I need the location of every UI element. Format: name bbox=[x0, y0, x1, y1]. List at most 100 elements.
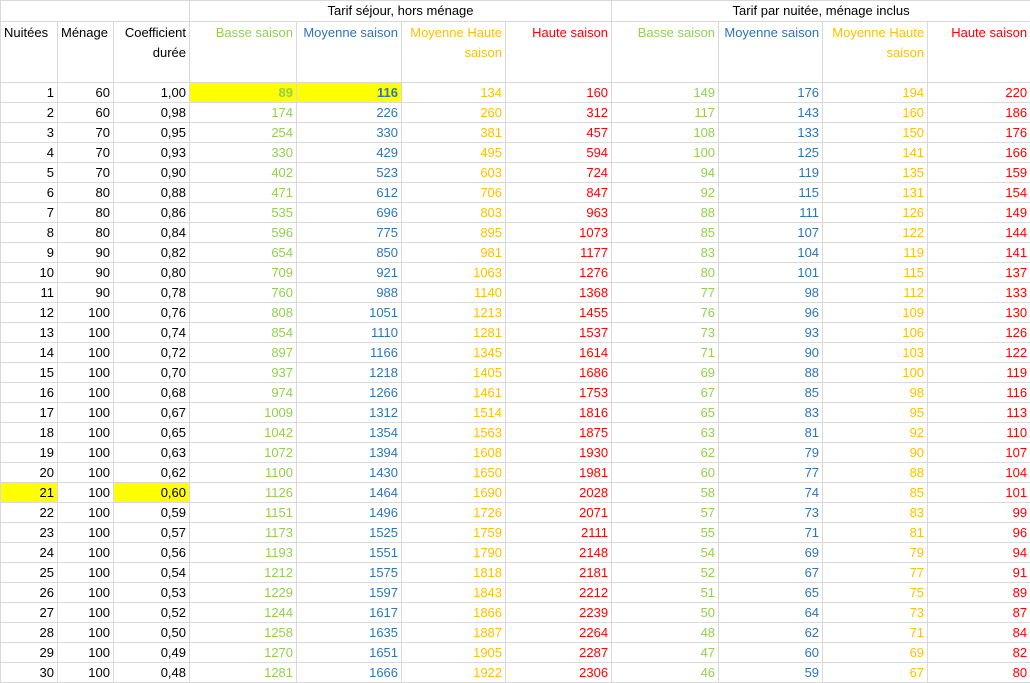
cell-nuitee-moyenne-haute[interactable]: 95 bbox=[823, 403, 928, 423]
cell-sejour-haute[interactable]: 312 bbox=[506, 103, 612, 123]
cell-coefficient[interactable]: 0,76 bbox=[114, 303, 190, 323]
cell-coefficient[interactable]: 0,80 bbox=[114, 263, 190, 283]
cell-nuitee-basse[interactable]: 48 bbox=[612, 623, 719, 643]
cell-coefficient[interactable]: 0,72 bbox=[114, 343, 190, 363]
header-nuitees[interactable]: Nuitées bbox=[1, 22, 58, 83]
cell-nuitee-moyenne-haute[interactable]: 112 bbox=[823, 283, 928, 303]
cell-nuitee-haute[interactable]: 94 bbox=[928, 543, 1030, 563]
cell-nuitee-basse[interactable]: 63 bbox=[612, 423, 719, 443]
cell-nuitees[interactable]: 28 bbox=[1, 623, 58, 643]
cell-sejour-basse[interactable]: 1244 bbox=[190, 603, 297, 623]
cell-sejour-haute[interactable]: 160 bbox=[506, 83, 612, 103]
cell-sejour-basse[interactable]: 1009 bbox=[190, 403, 297, 423]
cell-sejour-haute[interactable]: 1753 bbox=[506, 383, 612, 403]
cell-nuitee-moyenne[interactable]: 107 bbox=[719, 223, 823, 243]
cell-sejour-basse[interactable]: 1258 bbox=[190, 623, 297, 643]
cell-nuitee-moyenne[interactable]: 119 bbox=[719, 163, 823, 183]
cell-nuitee-moyenne[interactable]: 143 bbox=[719, 103, 823, 123]
cell-nuitee-moyenne[interactable]: 83 bbox=[719, 403, 823, 423]
cell-sejour-haute[interactable]: 1368 bbox=[506, 283, 612, 303]
cell-nuitee-moyenne[interactable]: 88 bbox=[719, 363, 823, 383]
cell-coefficient[interactable]: 0,62 bbox=[114, 463, 190, 483]
cell-coefficient[interactable]: 0,90 bbox=[114, 163, 190, 183]
cell-sejour-moyenne-haute[interactable]: 1759 bbox=[402, 523, 506, 543]
cell-coefficient[interactable]: 0,82 bbox=[114, 243, 190, 263]
cell-sejour-basse[interactable]: 654 bbox=[190, 243, 297, 263]
cell-nuitee-moyenne[interactable]: 69 bbox=[719, 543, 823, 563]
cell-nuitee-moyenne[interactable]: 81 bbox=[719, 423, 823, 443]
cell-nuitee-haute[interactable]: 122 bbox=[928, 343, 1030, 363]
cell-nuitees[interactable]: 8 bbox=[1, 223, 58, 243]
cell-sejour-haute[interactable]: 724 bbox=[506, 163, 612, 183]
header-menage[interactable]: Ménage bbox=[58, 22, 114, 83]
cell-sejour-moyenne-haute[interactable]: 1514 bbox=[402, 403, 506, 423]
cell-nuitees[interactable]: 19 bbox=[1, 443, 58, 463]
cell-sejour-haute[interactable]: 2028 bbox=[506, 483, 612, 503]
cell-nuitees[interactable]: 20 bbox=[1, 463, 58, 483]
cell-nuitee-basse[interactable]: 51 bbox=[612, 583, 719, 603]
cell-nuitee-basse[interactable]: 60 bbox=[612, 463, 719, 483]
cell-nuitee-haute[interactable]: 107 bbox=[928, 443, 1030, 463]
cell-nuitees[interactable]: 7 bbox=[1, 203, 58, 223]
cell-nuitee-basse[interactable]: 88 bbox=[612, 203, 719, 223]
cell-sejour-moyenne-haute[interactable]: 1063 bbox=[402, 263, 506, 283]
cell-nuitee-haute[interactable]: 130 bbox=[928, 303, 1030, 323]
cell-sejour-basse[interactable]: 89 bbox=[190, 83, 297, 103]
cell-sejour-moyenne[interactable]: 1617 bbox=[297, 603, 402, 623]
cell-sejour-basse[interactable]: 1126 bbox=[190, 483, 297, 503]
cell-sejour-haute[interactable]: 1614 bbox=[506, 343, 612, 363]
cell-sejour-basse[interactable]: 174 bbox=[190, 103, 297, 123]
cell-nuitee-moyenne-haute[interactable]: 88 bbox=[823, 463, 928, 483]
cell-nuitee-basse[interactable]: 52 bbox=[612, 563, 719, 583]
cell-sejour-moyenne-haute[interactable]: 1866 bbox=[402, 603, 506, 623]
cell-sejour-moyenne-haute[interactable]: 260 bbox=[402, 103, 506, 123]
cell-sejour-haute[interactable]: 1455 bbox=[506, 303, 612, 323]
cell-nuitee-moyenne-haute[interactable]: 85 bbox=[823, 483, 928, 503]
cell-nuitee-haute[interactable]: 126 bbox=[928, 323, 1030, 343]
cell-sejour-moyenne-haute[interactable]: 381 bbox=[402, 123, 506, 143]
cell-sejour-moyenne[interactable]: 921 bbox=[297, 263, 402, 283]
cell-sejour-haute[interactable]: 2287 bbox=[506, 643, 612, 663]
cell-sejour-basse[interactable]: 1229 bbox=[190, 583, 297, 603]
cell-nuitee-moyenne-haute[interactable]: 77 bbox=[823, 563, 928, 583]
cell-nuitee-haute[interactable]: 186 bbox=[928, 103, 1030, 123]
header-nuitee-haute[interactable]: Haute saison bbox=[928, 22, 1030, 83]
cell-nuitee-basse[interactable]: 50 bbox=[612, 603, 719, 623]
cell-sejour-moyenne-haute[interactable]: 1405 bbox=[402, 363, 506, 383]
cell-nuitees[interactable]: 12 bbox=[1, 303, 58, 323]
cell-sejour-moyenne[interactable]: 226 bbox=[297, 103, 402, 123]
cell-nuitee-moyenne-haute[interactable]: 103 bbox=[823, 343, 928, 363]
header-coefficient[interactable]: Coefficient durée bbox=[114, 22, 190, 83]
cell-menage[interactable]: 70 bbox=[58, 143, 114, 163]
cell-sejour-moyenne[interactable]: 1394 bbox=[297, 443, 402, 463]
cell-coefficient[interactable]: 0,95 bbox=[114, 123, 190, 143]
cell-nuitee-moyenne[interactable]: 111 bbox=[719, 203, 823, 223]
cell-sejour-moyenne-haute[interactable]: 1690 bbox=[402, 483, 506, 503]
cell-sejour-basse[interactable]: 1151 bbox=[190, 503, 297, 523]
cell-nuitee-moyenne[interactable]: 73 bbox=[719, 503, 823, 523]
cell-sejour-haute[interactable]: 2212 bbox=[506, 583, 612, 603]
cell-nuitee-moyenne-haute[interactable]: 109 bbox=[823, 303, 928, 323]
cell-nuitees[interactable]: 14 bbox=[1, 343, 58, 363]
cell-nuitees[interactable]: 11 bbox=[1, 283, 58, 303]
cell-nuitee-moyenne[interactable]: 90 bbox=[719, 343, 823, 363]
cell-sejour-moyenne-haute[interactable]: 1905 bbox=[402, 643, 506, 663]
cell-nuitee-basse[interactable]: 117 bbox=[612, 103, 719, 123]
cell-nuitee-moyenne-haute[interactable]: 92 bbox=[823, 423, 928, 443]
cell-nuitee-basse[interactable]: 77 bbox=[612, 283, 719, 303]
cell-nuitee-moyenne-haute[interactable]: 122 bbox=[823, 223, 928, 243]
cell-nuitee-moyenne[interactable]: 125 bbox=[719, 143, 823, 163]
cell-nuitee-basse[interactable]: 108 bbox=[612, 123, 719, 143]
blank-group-cell[interactable] bbox=[1, 1, 190, 22]
cell-nuitee-moyenne-haute[interactable]: 90 bbox=[823, 443, 928, 463]
cell-sejour-moyenne[interactable]: 1430 bbox=[297, 463, 402, 483]
cell-sejour-haute[interactable]: 2071 bbox=[506, 503, 612, 523]
cell-coefficient[interactable]: 0,68 bbox=[114, 383, 190, 403]
cell-nuitee-basse[interactable]: 80 bbox=[612, 263, 719, 283]
cell-sejour-basse[interactable]: 808 bbox=[190, 303, 297, 323]
cell-nuitee-haute[interactable]: 159 bbox=[928, 163, 1030, 183]
cell-sejour-moyenne-haute[interactable]: 981 bbox=[402, 243, 506, 263]
cell-nuitee-moyenne-haute[interactable]: 150 bbox=[823, 123, 928, 143]
cell-menage[interactable]: 90 bbox=[58, 263, 114, 283]
cell-nuitees[interactable]: 17 bbox=[1, 403, 58, 423]
